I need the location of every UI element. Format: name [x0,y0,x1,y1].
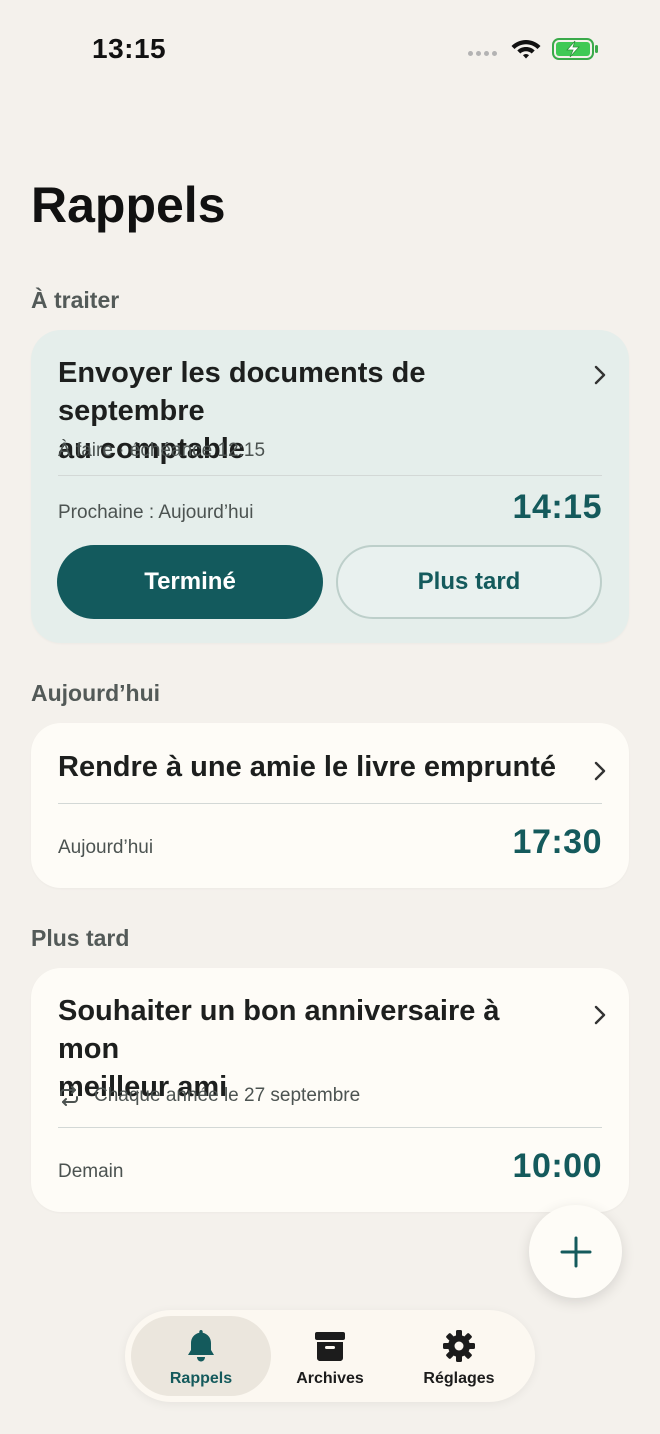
reminder-time: 17:30 [512,823,602,861]
plus-icon [560,1236,591,1267]
tab-rappels[interactable]: Rappels [131,1316,271,1396]
repeat-icon [60,1086,78,1106]
reminder-title-line-1: Souhaiter un bon anniversaire à mon [58,995,500,1065]
tab-reglages[interactable]: Réglages [389,1316,529,1396]
page-title: Rappels [31,177,226,233]
reminder-card-later[interactable]: Souhaiter un bon anniversaire à mon meil… [31,968,629,1212]
reminder-time: 14:15 [512,488,602,526]
reminder-day: Demain [58,1161,124,1182]
tab-label: Rappels [169,1370,233,1387]
gear-icon [443,1330,475,1362]
archive-box-icon [315,1332,345,1361]
tab-label: Réglages [423,1370,495,1387]
chevron-right-icon[interactable] [593,1004,607,1026]
section-label-today: Aujourd’hui [31,680,161,706]
reminder-time: 10:00 [512,1147,602,1185]
chevron-right-icon[interactable] [593,364,607,386]
card-divider [58,475,602,476]
reminder-title-line-1: Envoyer les documents de septembre [58,357,426,427]
status-time: 13:15 [92,33,167,64]
reminder-card-todo[interactable]: Envoyer les documents de septembre au co… [31,330,629,643]
next-occurrence: Prochaine : Aujourd’hui [58,502,254,523]
status-bar: 13:15 [0,0,660,100]
reminder-status: À faire · échéance 12:15 [58,440,266,461]
cellular-signal-icon [468,51,497,56]
card-divider [58,1127,602,1128]
battery-charging-icon [552,38,598,60]
tab-label: Archives [296,1370,364,1387]
tab-bar: Rappels Archives Réglages [125,1310,535,1402]
repeat-text: Chaque année le 27 septembre [94,1085,361,1106]
card-divider [58,803,602,804]
tab-archives[interactable]: Archives [260,1316,400,1396]
repeat-info: Chaque année le 27 septembre [58,1085,360,1107]
section-label-todo: À traiter [31,287,120,313]
add-reminder-button[interactable] [529,1205,622,1298]
reminder-title: Rendre à une amie le livre emprunté [58,751,557,783]
done-button[interactable]: Terminé [57,545,323,619]
chevron-right-icon[interactable] [593,760,607,782]
section-label-later: Plus tard [31,925,130,951]
reminder-day: Aujourd’hui [58,837,154,858]
wifi-icon [511,40,541,59]
reminder-card-today[interactable]: Rendre à une amie le livre emprunté Aujo… [31,723,629,888]
bell-icon [188,1330,214,1362]
later-button[interactable]: Plus tard [336,545,602,619]
